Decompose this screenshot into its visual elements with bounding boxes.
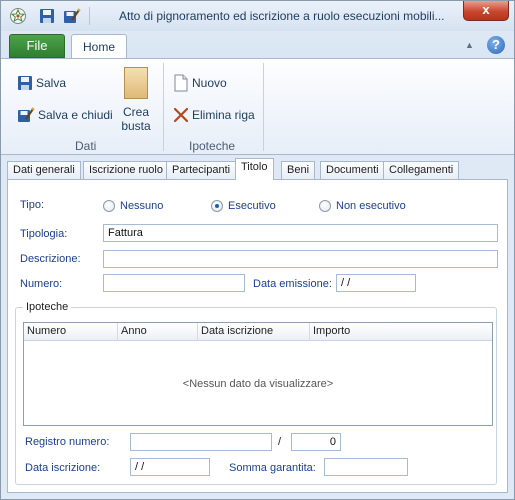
salva-label: Salva (36, 76, 67, 90)
tipologia-field[interactable]: Fattura (103, 224, 498, 242)
delete-x-icon (173, 107, 189, 123)
somma-garantita-field[interactable] (324, 458, 408, 476)
salva-e-chiudi-label: Salva e chiudi (38, 108, 113, 122)
tab-titolo[interactable]: Titolo (235, 158, 274, 180)
registro-slash: / (278, 436, 282, 448)
nuovo-button[interactable]: Nuovo (173, 73, 227, 93)
app-emblem-icon (10, 8, 26, 24)
application-window: Atto di pignoramento ed iscrizione a ruo… (0, 0, 515, 500)
minimize-ribbon-icon[interactable]: ▲ (465, 40, 474, 50)
tipo-radio-nessuno[interactable]: Nessuno (103, 200, 163, 212)
elimina-riga-button[interactable]: Elimina riga (173, 105, 255, 125)
radio-indicator-selected (211, 200, 223, 212)
salva-e-chiudi-button[interactable]: Salva e chiudi (17, 105, 113, 125)
tipo-radio-non-esecutivo[interactable]: Non esecutivo (319, 200, 406, 212)
help-icon[interactable]: ? (487, 36, 505, 54)
data-iscrizione-field[interactable]: / / (130, 458, 210, 476)
close-window-button[interactable]: x (463, 1, 509, 21)
data-iscrizione-label: Data iscrizione: (25, 462, 101, 474)
tab-beni[interactable]: Beni (281, 161, 316, 180)
ipoteche-grid[interactable]: Numero Anno Data iscrizione Importo <Nes… (23, 322, 493, 426)
radio-indicator (103, 200, 115, 212)
ribbon-panel: Salva Salva e chiudi Crea busta Dati Nuo… (1, 58, 514, 155)
tab-documenti[interactable]: Documenti (320, 161, 385, 180)
tipo-label: Tipo: (20, 199, 45, 211)
tab-iscrizione-ruolo[interactable]: Iscrizione ruolo (83, 161, 169, 180)
tipo-radio-esecutivo[interactable]: Esecutivo (211, 200, 276, 212)
home-tab[interactable]: Home (71, 34, 127, 60)
data-emissione-label: Data emissione: (253, 278, 332, 290)
data-emissione-field[interactable]: / / (336, 274, 416, 292)
registro-numero-field[interactable] (130, 433, 272, 451)
quick-save-icon[interactable] (39, 8, 55, 24)
tab-partecipanti[interactable]: Partecipanti (166, 161, 237, 180)
radio-indicator (319, 200, 331, 212)
save-icon (18, 76, 32, 90)
ribbon-group-separator (163, 63, 164, 151)
registro-numero-label: Registro numero: (25, 436, 110, 448)
grid-header: Numero Anno Data iscrizione Importo (24, 323, 492, 341)
nuovo-label: Nuovo (192, 76, 227, 90)
title-bar: Atto di pignoramento ed iscrizione a ruo… (1, 1, 514, 31)
tipologia-label: Tipologia: (20, 228, 68, 240)
registro-anno-field[interactable]: 0 (291, 433, 341, 451)
numero-field[interactable] (103, 274, 245, 292)
group-label-dati: Dati (75, 139, 97, 153)
ribbon-tab-row: File Home ▲ ? (1, 31, 514, 60)
descrizione-label: Descrizione: (20, 253, 81, 265)
descrizione-field[interactable] (103, 250, 498, 268)
ribbon-group-separator (263, 63, 264, 151)
envelope-icon (124, 67, 148, 99)
somma-garantita-label: Somma garantita: (229, 462, 316, 474)
numero-label: Numero: (20, 278, 63, 290)
window-title: Atto di pignoramento ed iscrizione a ruo… (119, 9, 445, 23)
ipoteche-group-title: Ipoteche (23, 301, 72, 313)
salva-button[interactable]: Salva (17, 73, 66, 93)
crea-busta-button[interactable]: Crea busta (117, 67, 155, 133)
grid-empty-message: <Nessun dato da visualizzare> (182, 378, 334, 390)
file-tab[interactable]: File (9, 34, 65, 58)
column-header-importo[interactable]: Importo (310, 323, 492, 341)
column-header-numero[interactable]: Numero (24, 323, 118, 341)
new-document-icon (174, 74, 188, 92)
tab-collegamenti[interactable]: Collegamenti (383, 161, 460, 180)
group-label-ipoteche: Ipoteche (189, 139, 236, 153)
radio-label: Non esecutivo (336, 200, 406, 212)
tab-dati-generali[interactable]: Dati generali (7, 161, 81, 180)
radio-label: Nessuno (120, 200, 164, 212)
elimina-riga-label: Elimina riga (192, 108, 255, 122)
crea-busta-label-line1: Crea (122, 105, 149, 119)
quick-save-close-icon[interactable] (63, 7, 81, 25)
column-header-data-iscrizione[interactable]: Data iscrizione (198, 323, 310, 341)
radio-label: Esecutivo (228, 200, 276, 212)
save-close-icon (18, 107, 35, 122)
column-header-anno[interactable]: Anno (118, 323, 198, 341)
crea-busta-label-line2: busta (121, 119, 151, 133)
quick-access-separator (89, 7, 90, 25)
